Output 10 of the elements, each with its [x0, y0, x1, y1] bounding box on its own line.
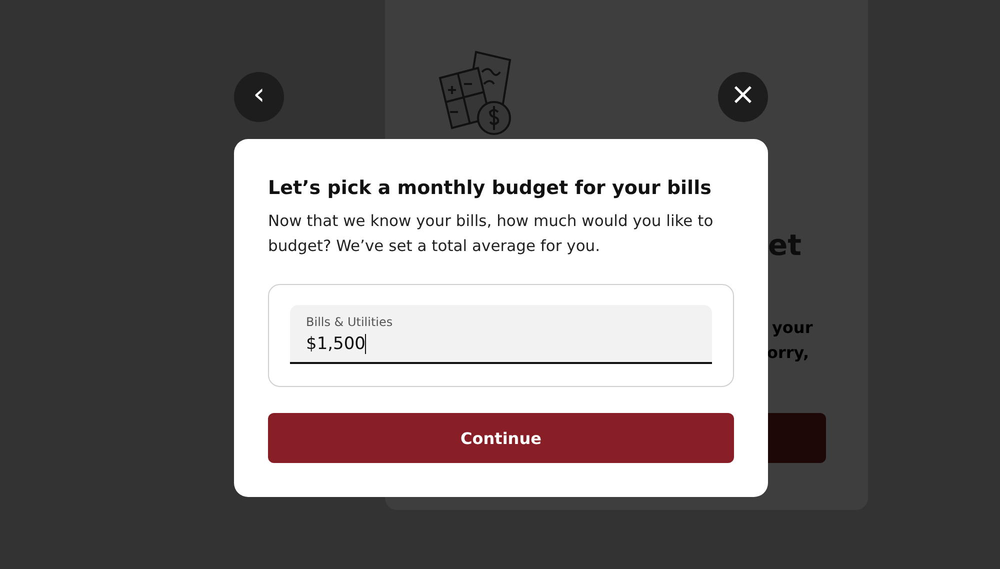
field-label: Bills & Utilities	[306, 314, 394, 330]
text-cursor	[365, 334, 366, 354]
continue-button[interactable]: Continue	[268, 413, 734, 463]
dialog-description: Now that we know your bills, how much would you like to budget? We’ve set a total average for you.	[268, 211, 714, 257]
dialog-title: Let’s pick a monthly budget for your bills	[268, 176, 712, 201]
back-button[interactable]: ‹	[234, 72, 284, 122]
field-value: $1,500	[306, 333, 366, 356]
amount-field[interactable]: Bills & Utilities $1,500	[290, 305, 712, 364]
body-text: your	[772, 317, 813, 339]
body-text: orry,	[767, 342, 810, 364]
